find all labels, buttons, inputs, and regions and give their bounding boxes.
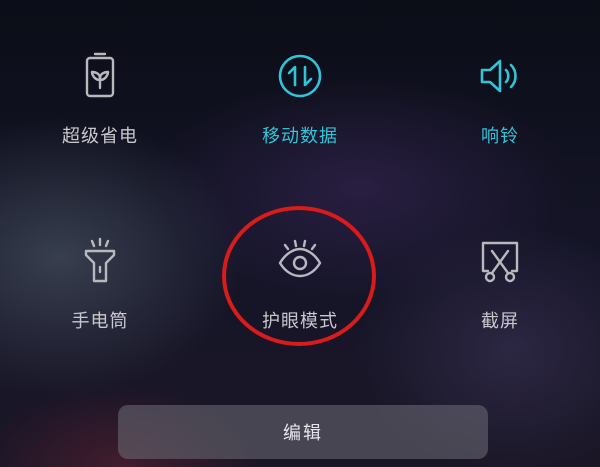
eye-icon	[274, 235, 326, 287]
screenshot-scissors-icon	[474, 235, 526, 287]
tile-label: 手电筒	[71, 311, 129, 332]
tile-screenshot[interactable]: 截屏	[400, 195, 600, 345]
edit-button[interactable]: 编辑	[118, 405, 488, 459]
tile-super-power-saving[interactable]: 超级省电	[0, 10, 200, 160]
tile-label: 超级省电	[62, 126, 138, 147]
tile-mobile-data[interactable]: 移动数据	[200, 10, 400, 160]
tile-label: 移动数据	[262, 126, 338, 147]
tile-label: 响铃	[481, 126, 519, 147]
data-transfer-icon	[274, 50, 326, 102]
speaker-icon	[474, 50, 526, 102]
battery-leaf-icon	[74, 50, 126, 102]
tile-flashlight[interactable]: 手电筒	[0, 195, 200, 345]
tile-ringer[interactable]: 响铃	[400, 10, 600, 160]
flashlight-icon	[74, 235, 126, 287]
tile-eye-protection[interactable]: 护眼模式	[200, 195, 400, 345]
tile-label: 护眼模式	[262, 311, 338, 332]
tile-label: 截屏	[481, 311, 519, 332]
